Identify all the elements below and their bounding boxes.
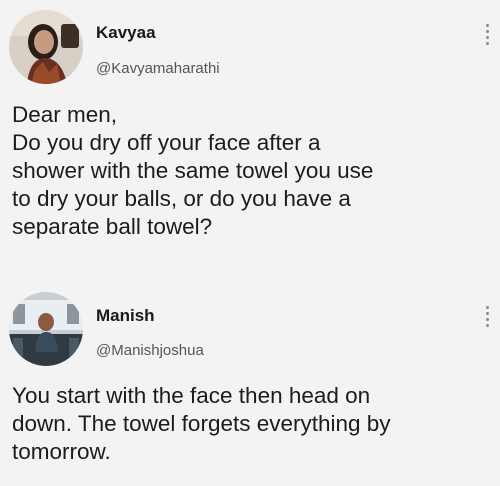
author-name[interactable]: Kavyaa [96,23,156,43]
avatar[interactable] [9,10,83,84]
post-text: Dear men, Do you dry off your face after… [12,102,374,239]
avatar-image [9,10,83,84]
post-text: You start with the face then head on dow… [12,383,391,464]
avatar[interactable] [9,292,83,366]
more-vertical-icon[interactable] [485,306,491,330]
author-name[interactable]: Manish [96,306,155,326]
more-vertical-icon[interactable] [485,24,491,48]
author-handle[interactable]: @Kavyamaharathi [96,60,220,77]
post-manish: Manish @Manishjoshua You start with the … [0,278,500,486]
author-handle[interactable]: @Manishjoshua [96,342,204,359]
avatar-image [9,292,83,366]
post-kavyaa: Kavyaa @Kavyamaharathi Dear men, Do you … [0,0,500,278]
